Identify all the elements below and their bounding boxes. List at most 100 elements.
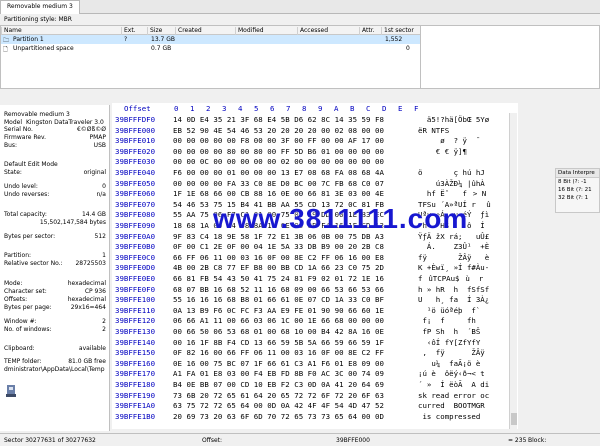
- info-row: Bus: USB: [4, 142, 106, 149]
- hex-bytes[interactable]: 00 66 50 06 53 68 01 00 68 10 00 B4 42 8…: [173, 327, 384, 336]
- col-first-sector[interactable]: 1st sector: [381, 27, 420, 35]
- hex-row[interactable]: 39BFFE140 00 16 1F 8B F4 CD 13 66 59 5B 5…: [112, 338, 518, 349]
- hex-ascii[interactable]: h » hR h fSfSf: [418, 285, 489, 294]
- col-accessed[interactable]: Accessed: [297, 27, 359, 35]
- status-eq: = 235: [508, 437, 527, 444]
- hex-ascii[interactable]: ëR NTFS: [418, 126, 449, 135]
- partition-row[interactable]: 🗋 Unpartitioned space 0.7 GB 0: [1, 44, 420, 53]
- hex-ascii[interactable]: is compressed: [418, 412, 480, 421]
- hex-row[interactable]: 39BFFE130 00 66 50 06 53 68 01 00 68 10 0…: [112, 327, 518, 338]
- tab-removable-medium[interactable]: Removable medium 3: [0, 0, 80, 14]
- hex-row[interactable]: 39BFFE170 A1 FA 01 E8 03 00 F4 EB FD 8B F…: [112, 369, 518, 380]
- hex-bytes[interactable]: 66 FF 06 11 00 03 16 0F 00 8E C2 FF 06 1…: [173, 253, 384, 262]
- hex-offset: 39BFFE0D0: [115, 263, 156, 273]
- hex-row[interactable]: 39BFFE0E0 66 81 FB 54 43 50 41 75 24 81 F…: [112, 274, 518, 285]
- hex-row[interactable]: 39BFFE0D0 4B 00 2B C8 77 EF B8 00 BB CD 1…: [112, 263, 518, 274]
- info-row: dministrator\AppData\Local\Temp: [4, 366, 105, 373]
- col-size[interactable]: Size: [147, 27, 175, 35]
- hex-bytes[interactable]: 4B 00 2B C8 77 EF B8 00 BB CD 1A 66 23 C…: [173, 263, 384, 272]
- hex-bytes[interactable]: 00 00 0C 00 00 00 00 00 02 00 00 00 00 0…: [173, 157, 384, 166]
- hex-ascii[interactable]: ø ? ÿ ¯: [418, 136, 480, 145]
- hex-row[interactable]: 39BFFE020 00 00 00 00 80 00 80 00 FF 5D B…: [112, 147, 518, 158]
- hex-row[interactable]: 39BFFE000 EB 52 90 4E 54 46 53 20 20 20 2…: [112, 126, 518, 137]
- hex-bytes[interactable]: F6 00 00 00 01 00 00 00 13 E7 08 68 FA 0…: [173, 168, 384, 177]
- hex-ascii[interactable]: f¡ f fh: [418, 316, 475, 325]
- hex-bytes[interactable]: 0A 13 B9 F6 0C FC F3 AA E9 FE 01 90 90 6…: [173, 306, 384, 315]
- hex-row[interactable]: 39BFFE180 B4 0E BB 07 00 CD 10 EB F2 C3 0…: [112, 380, 518, 391]
- hex-bytes[interactable]: 63 75 72 72 65 64 00 0D 0A 42 4F 4F 54 4…: [173, 401, 384, 410]
- hex-ascii[interactable]: u¼ faÃ¡ö è: [418, 359, 480, 368]
- hex-ascii[interactable]: sk read error oc: [418, 391, 489, 400]
- col-created[interactable]: Created: [175, 27, 235, 35]
- hex-ascii[interactable]: fûTCPAu$ù r: [418, 274, 483, 284]
- hex-row[interactable]: 39BFFE150 0F 82 16 00 66 FF 06 11 00 03 1…: [112, 348, 518, 359]
- hex-row[interactable]: 39BFFE120 06 66 A1 11 00 66 03 06 1C 00 1…: [112, 316, 518, 327]
- hex-offset: 39BFFE1B0: [115, 411, 156, 421]
- hex-offset: 39BFFE130: [115, 327, 156, 336]
- hex-bytes[interactable]: 66 81 FB 54 43 50 41 75 24 81 F9 02 01 7…: [173, 274, 384, 283]
- hex-row[interactable]: 39BFFE0F0 68 07 BB 16 68 52 11 16 68 09 0…: [112, 285, 518, 296]
- hex-offset: 39BFFE110: [115, 305, 156, 315]
- hex-offset: 39BFFE150: [115, 348, 156, 358]
- hex-ascii[interactable]: ‹ôÍ fY[ZfYfY: [418, 338, 480, 347]
- info-row: Serial No. €©Øß©Ø: [4, 126, 106, 133]
- hex-row[interactable]: 39BFFE1A0 63 75 72 72 65 64 00 0D 0A 42 4…: [112, 401, 518, 412]
- hex-row[interactable]: 39BFFE0C0 66 FF 06 11 00 03 16 0F 00 8E C…: [112, 253, 518, 264]
- hex-bytes[interactable]: 00 16 1F 8B F4 CD 13 66 59 5B 5A 66 59 6…: [173, 338, 384, 347]
- hex-row[interactable]: 39BFFE1B0 20 69 73 20 63 6F 6D 70 72 65 7…: [112, 412, 518, 423]
- hex-bytes[interactable]: 00 00 00 00 FA 33 C0 8E D0 BC 00 7C FB 6…: [173, 179, 384, 188]
- hex-ascii[interactable]: ‚ fÿ ŽÂÿ: [418, 348, 484, 357]
- hex-ascii[interactable]: € € ÿ]¶: [418, 147, 467, 156]
- hex-row[interactable]: 39BFFE030 00 00 0C 00 00 00 00 00 02 00 0…: [112, 157, 518, 168]
- scrollbar-thumb[interactable]: [511, 413, 517, 425]
- hex-ascii[interactable]: fP Sh h ´BŠ: [418, 327, 480, 336]
- hex-editor[interactable]: Offset 0 1 2 3 4 5 6 7 8 9 A B C D E F 3…: [112, 103, 518, 429]
- hex-bytes[interactable]: A1 FA 01 E8 03 00 F4 EB FD 8B F0 AC 3C 0…: [173, 369, 384, 378]
- hex-ascii[interactable]: Á. Z3Û¹ +È: [418, 242, 489, 251]
- hex-bytes[interactable]: 14 0D E4 35 21 3F 68 E4 5B D6 62 8C 14 3…: [173, 115, 384, 124]
- hex-bytes[interactable]: 55 16 16 16 68 B8 01 66 61 0E 07 CD 1A 3…: [173, 295, 384, 304]
- hex-ascii[interactable]: ú3ÀŽÐ¼ |ûhÀ: [418, 179, 485, 188]
- hex-row[interactable]: 39BFFFDF0 14 0D E4 35 21 3F 68 E4 5B D6 6…: [112, 115, 518, 126]
- hex-ascii[interactable]: ¹ö üóªéþ f`: [418, 306, 480, 315]
- hex-row[interactable]: 39BFFE040 F6 00 00 00 01 00 00 00 13 E7 0…: [112, 168, 518, 179]
- info-row: Model Kingston DataTraveler 3.0: [4, 119, 104, 126]
- info-row: Partition: 1: [4, 252, 106, 259]
- hex-row[interactable]: 39BFFE0B0 0F 00 C1 2E 0F 00 04 1E 5A 33 D…: [112, 242, 518, 253]
- partition-table: Name Ext. Size Created Modified Accessed…: [0, 25, 420, 89]
- hex-bytes[interactable]: 73 6B 20 72 65 61 64 20 65 72 72 6F 72 2…: [173, 391, 384, 400]
- hex-bytes[interactable]: 68 07 BB 16 68 52 11 16 68 09 00 66 53 6…: [173, 285, 384, 294]
- hex-ascii[interactable]: ¡ú è ôëý‹ð¬< t: [418, 369, 485, 378]
- hex-row[interactable]: 39BFFE100 55 16 16 16 68 B8 01 66 61 0E 0…: [112, 295, 518, 306]
- hex-ascii[interactable]: hf Ëˆ f> N: [418, 189, 486, 199]
- hex-row[interactable]: 39BFFE050 00 00 00 00 FA 33 C0 8E D0 BC 0…: [112, 179, 518, 190]
- hex-bytes[interactable]: EB 52 90 4E 54 46 53 20 20 20 20 00 02 0…: [173, 126, 384, 135]
- hex-row[interactable]: 39BFFE010 00 00 00 00 00 F8 00 00 3F 00 F…: [112, 136, 518, 147]
- vertical-scrollbar[interactable]: [509, 113, 517, 429]
- hex-row[interactable]: 39BFFE060 1F 1E 68 66 00 CB 88 16 0E 00 6…: [112, 189, 518, 200]
- hex-bytes[interactable]: 00 00 00 00 80 00 80 00 FF 5D B6 01 00 0…: [173, 147, 384, 156]
- status-offset: 39BFFE000: [336, 437, 370, 444]
- hex-bytes[interactable]: 0F 00 C1 2E 0F 00 04 1E 5A 33 DB B9 00 2…: [173, 242, 384, 251]
- hex-row[interactable]: 39BFFE160 0E 16 00 75 BC 07 1F 66 61 C3 A…: [112, 359, 518, 370]
- hex-ascii[interactable]: ä5!?hä[ÖbŒ 5Yø: [418, 115, 489, 124]
- hex-row[interactable]: 39BFFE190 73 6B 20 72 65 61 64 20 65 72 7…: [112, 391, 518, 402]
- col-attr[interactable]: Attr.: [359, 27, 381, 35]
- hex-ascii[interactable]: curred BOOTMGR: [418, 401, 485, 410]
- col-name[interactable]: Name: [1, 27, 121, 35]
- hex-bytes[interactable]: 00 00 00 00 00 F8 00 00 3F 00 FF 00 00 A…: [173, 136, 384, 145]
- hex-bytes[interactable]: 0F 82 16 00 66 FF 06 11 00 03 16 0F 00 8…: [173, 348, 384, 357]
- hex-ascii[interactable]: fÿ ŽÂÿ è: [418, 253, 489, 262]
- hex-ascii[interactable]: ´ » Í ëòÃ A di: [418, 380, 489, 389]
- partition-row[interactable]: 🗀 Partition 1 ? 13.7 GB 1,552: [1, 35, 420, 44]
- hex-bytes[interactable]: 1F 1E 68 66 00 CB 88 16 0E 00 66 81 3E 0…: [173, 189, 384, 198]
- hex-ascii[interactable]: K +Èwï¸ »Í f#Àu-: [418, 263, 489, 272]
- hex-row[interactable]: 39BFFE110 0A 13 B9 F6 0C FC F3 AA E9 FE 0…: [112, 306, 518, 317]
- col-modified[interactable]: Modified: [235, 27, 297, 35]
- hex-bytes[interactable]: 0E 16 00 75 BC 07 1F 66 61 C3 A1 F6 01 E…: [173, 359, 384, 368]
- hex-ascii[interactable]: U h¸ fa Í 3À¿: [418, 295, 489, 304]
- hex-bytes[interactable]: B4 0E BB 07 00 CD 10 EB F2 C3 0D 0A 41 2…: [173, 380, 384, 389]
- hex-ascii[interactable]: ö ç hú hJ: [418, 168, 485, 177]
- hex-bytes[interactable]: 20 69 73 20 63 6F 6D 70 72 65 73 73 65 6…: [173, 412, 384, 421]
- hex-bytes[interactable]: 06 66 A1 11 00 66 03 06 1C 00 1E 66 68 0…: [173, 316, 384, 325]
